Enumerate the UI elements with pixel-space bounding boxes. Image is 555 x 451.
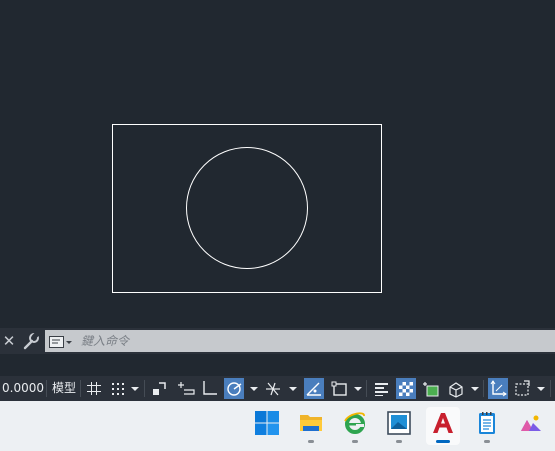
drawn-rectangle[interactable] xyxy=(112,124,382,293)
chevron-down-icon[interactable] xyxy=(130,378,140,399)
command-history-icon[interactable] xyxy=(49,334,73,348)
divider xyxy=(550,380,551,397)
3d-object-snap-icon[interactable] xyxy=(446,378,466,399)
photos-app-icon[interactable] xyxy=(514,407,548,445)
object-snap-tracking-icon[interactable] xyxy=(304,378,324,399)
transparency-icon[interactable] xyxy=(396,378,416,399)
chevron-down-icon[interactable] xyxy=(353,378,363,399)
divider xyxy=(483,380,484,397)
object-snap-icon[interactable] xyxy=(330,378,350,399)
image-viewer-icon[interactable] xyxy=(382,407,416,445)
chevron-down-icon[interactable] xyxy=(470,378,480,399)
chevron-down-icon[interactable] xyxy=(249,378,259,399)
grid-display-icon[interactable] xyxy=(84,378,104,399)
divider xyxy=(46,380,47,397)
command-input-box[interactable]: 鍵入命令 xyxy=(45,330,555,352)
status-bar: 0.0000 模型 xyxy=(0,376,555,401)
running-indicator xyxy=(308,440,314,443)
isometric-drafting-icon[interactable] xyxy=(263,378,283,399)
ortho-mode-icon[interactable] xyxy=(200,378,220,399)
divider xyxy=(80,380,81,397)
dynamic-ucs-icon[interactable] xyxy=(488,378,508,399)
polar-tracking-icon[interactable] xyxy=(224,378,244,399)
divider xyxy=(144,380,145,397)
chevron-down-icon[interactable] xyxy=(536,378,546,399)
drawn-circle[interactable] xyxy=(186,147,308,269)
command-line-spacer xyxy=(0,354,555,376)
divider xyxy=(366,380,367,397)
close-icon[interactable]: ✕ xyxy=(2,331,16,351)
file-explorer-icon[interactable] xyxy=(294,407,328,445)
selection-filter-icon[interactable] xyxy=(512,378,532,399)
model-space-button[interactable]: 模型 xyxy=(50,378,78,399)
running-indicator xyxy=(396,440,402,443)
wrench-icon[interactable] xyxy=(22,331,40,350)
running-indicator xyxy=(352,440,358,443)
coordinate-readout[interactable]: 0.0000 xyxy=(2,378,48,399)
command-input[interactable]: 鍵入命令 xyxy=(81,330,129,352)
running-indicator xyxy=(484,440,490,443)
infer-constraints-icon[interactable] xyxy=(150,378,170,399)
lineweight-icon[interactable] xyxy=(372,378,392,399)
command-line: ✕ 鍵入命令 xyxy=(0,328,555,354)
notepad-icon[interactable] xyxy=(470,407,504,445)
internet-explorer-icon[interactable] xyxy=(338,407,372,445)
windows-taskbar xyxy=(0,401,555,451)
dynamic-input-icon[interactable] xyxy=(176,378,196,399)
snap-mode-icon[interactable] xyxy=(108,378,128,399)
chevron-down-icon[interactable] xyxy=(288,378,298,399)
active-indicator xyxy=(436,440,450,443)
drawing-canvas[interactable] xyxy=(0,0,555,328)
windows-start-icon[interactable] xyxy=(250,407,284,445)
autocad-icon[interactable] xyxy=(426,407,460,445)
selection-cycling-icon[interactable] xyxy=(421,378,441,399)
